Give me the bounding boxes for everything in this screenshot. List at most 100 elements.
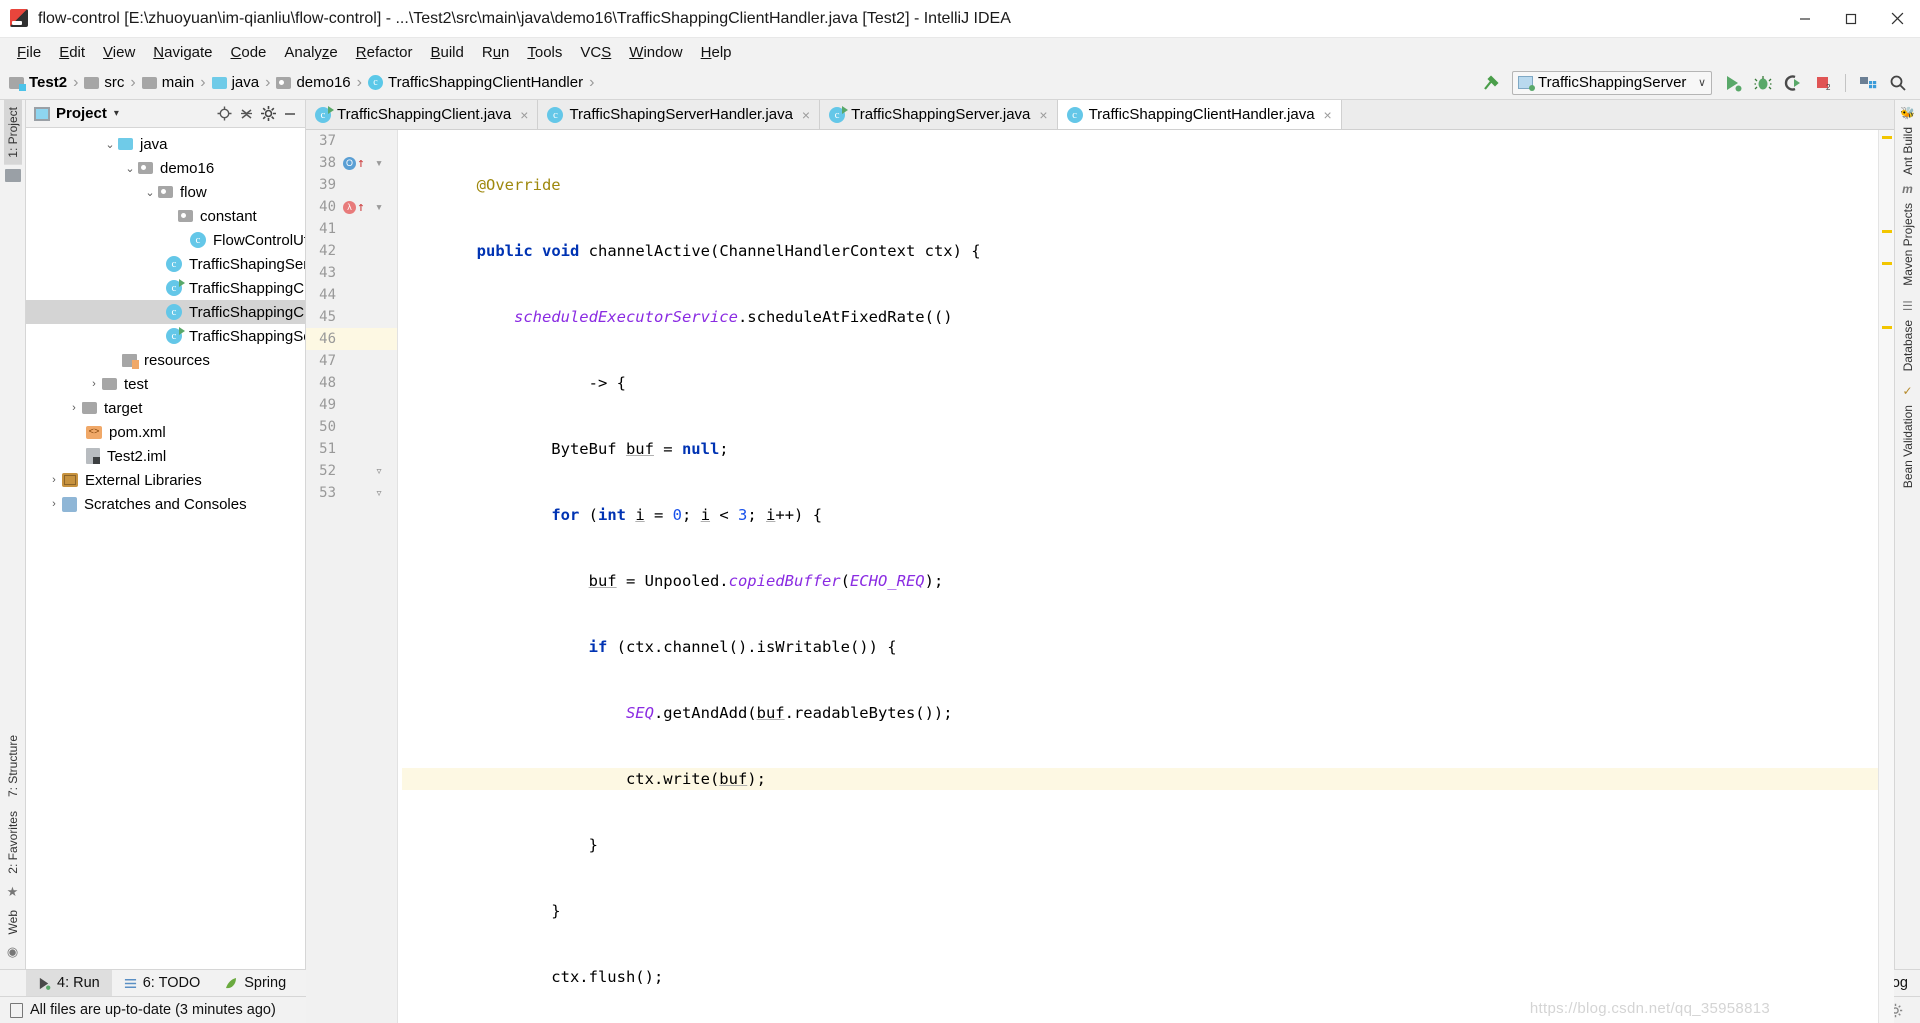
tree-item-flow[interactable]: ⌄ flow	[26, 180, 305, 204]
menu-window[interactable]: Window	[620, 41, 691, 64]
run-config-name: TrafficShappingServer	[1538, 74, 1687, 91]
locate-icon[interactable]	[213, 103, 235, 125]
breadcrumb-item-class[interactable]: c TrafficShappingClientHandler	[365, 72, 586, 93]
marker-warning[interactable]	[1882, 262, 1892, 265]
tab-trafficshapingserverhandler[interactable]: c TrafficShapingServerHandler.java ×	[538, 100, 821, 129]
run-configuration-selector[interactable]: TrafficShappingServer ∨	[1512, 70, 1712, 95]
debug-button[interactable]	[1749, 70, 1777, 96]
tree-item-scratches-and-consoles[interactable]: › Scratches and Consoles	[26, 492, 305, 516]
project-structure-button[interactable]	[1854, 70, 1882, 96]
menu-code[interactable]: Code	[222, 41, 276, 64]
tree-item-demo16[interactable]: ⌄ demo16	[26, 156, 305, 180]
tab-trafficshappingclient[interactable]: c TrafficShappingClient.java ×	[306, 100, 539, 129]
tree-item-flowcontrolutil[interactable]: c FlowControlUti	[26, 228, 305, 252]
tree-item-trafficshappingserver[interactable]: c TrafficShappingSe	[26, 324, 305, 348]
sidebar-item-bean-validation[interactable]: Bean Validation	[1899, 398, 1917, 495]
sidebar-item-favorites[interactable]: 2: Favorites	[4, 804, 22, 881]
sidebar-item-structure[interactable]: 7: Structure	[4, 728, 22, 804]
minimize-button[interactable]	[1782, 0, 1828, 38]
todo-icon	[124, 978, 136, 988]
code-text[interactable]: @Override public void channelActive(Chan…	[398, 130, 1878, 1023]
tree-item-target[interactable]: › target	[26, 396, 305, 420]
marker-warning[interactable]	[1882, 136, 1892, 139]
marker-warning[interactable]	[1882, 326, 1892, 329]
fold-marker-icon[interactable]: ▾	[375, 200, 383, 215]
sidebar-item-ant-build[interactable]: Ant Build	[1899, 120, 1917, 182]
breadcrumb-item-main[interactable]: main	[139, 72, 198, 93]
tree-item-trafficshappingclienthandler[interactable]: c TrafficShappingCli	[26, 300, 305, 324]
bottom-tab-run[interactable]: 4: Run	[26, 969, 112, 997]
lambda-icon[interactable]: λ	[343, 200, 356, 214]
chevron-right-icon[interactable]: ›	[46, 498, 62, 510]
close-icon[interactable]: ×	[1039, 107, 1047, 123]
fold-end-icon[interactable]: ▿	[375, 464, 383, 479]
chevron-right-icon[interactable]: ›	[86, 378, 102, 390]
close-icon[interactable]: ×	[1324, 107, 1332, 123]
tree-item-trafficshappingclient[interactable]: c TrafficShappingCli	[26, 276, 305, 300]
maximize-button[interactable]	[1828, 0, 1874, 38]
bottom-tab-spring[interactable]: Spring	[212, 970, 298, 997]
menu-tools[interactable]: Tools	[518, 41, 571, 64]
close-button[interactable]	[1874, 0, 1920, 38]
breadcrumb-item-module[interactable]: Test2	[6, 72, 70, 93]
breadcrumb-item-java[interactable]: java	[209, 72, 263, 93]
override-method-icon[interactable]: O	[343, 156, 356, 170]
editor-right-gutter[interactable]	[1878, 130, 1894, 1023]
menu-vcs[interactable]: VCS	[571, 41, 620, 64]
tree-item-resources[interactable]: resources	[26, 348, 305, 372]
hide-icon[interactable]	[279, 103, 301, 125]
stop-button[interactable]: 2	[1809, 70, 1837, 96]
gutter-line: 50	[306, 416, 397, 438]
breadcrumb-item-demo16[interactable]: demo16	[273, 72, 353, 93]
main-body: 1: Project 7: Structure 2: Favorites ★ W…	[0, 100, 1920, 1023]
tool-tab-label: 1: Project	[5, 107, 20, 158]
tab-trafficshappingclienthandler[interactable]: c TrafficShappingClientHandler.java ×	[1057, 100, 1342, 129]
menu-analyze[interactable]: Analyze	[275, 41, 346, 64]
editor-gutter[interactable]: 37 38 O ↑ ▾ 39 40 λ ↑ ▾ 41 42 43 44 45 46 47 4…	[306, 130, 398, 1023]
tree-item-pom-xml[interactable]: <> pom.xml	[26, 420, 305, 444]
tree-item-label: test	[124, 375, 149, 393]
tab-trafficshappingserver[interactable]: c TrafficShappingServer.java ×	[820, 100, 1058, 129]
gear-icon[interactable]	[257, 103, 279, 125]
sidebar-item-maven-projects[interactable]: Maven Projects	[1899, 196, 1917, 293]
run-button[interactable]	[1719, 70, 1747, 96]
sidebar-item-project[interactable]: 1: Project	[3, 100, 22, 165]
close-icon[interactable]: ×	[802, 107, 810, 123]
project-tree[interactable]: ⌄ java ⌄ demo16 ⌄ flow constant c FlowCo…	[26, 128, 305, 969]
menu-view[interactable]: View	[94, 41, 144, 64]
build-project-button[interactable]	[1477, 70, 1505, 96]
tree-item-external-libraries[interactable]: › External Libraries	[26, 468, 305, 492]
marker-warning[interactable]	[1882, 230, 1892, 233]
collapse-all-icon[interactable]	[235, 103, 257, 125]
chevron-right-icon[interactable]: ›	[66, 402, 82, 414]
tree-item-test[interactable]: › test	[26, 372, 305, 396]
chevron-down-icon[interactable]: ⌄	[122, 162, 138, 175]
menu-run[interactable]: Run	[473, 41, 519, 64]
search-everywhere-button[interactable]	[1884, 70, 1912, 96]
sidebar-item-web[interactable]: Web	[4, 903, 22, 941]
menu-build[interactable]: Build	[421, 41, 472, 64]
bottom-tab-todo[interactable]: 6: TODO	[112, 970, 212, 997]
run-with-coverage-button[interactable]	[1779, 70, 1807, 96]
menu-help[interactable]: Help	[692, 41, 741, 64]
tree-item-trafficshapingserverhandler[interactable]: c TrafficShapingServ	[26, 252, 305, 276]
chevron-down-icon[interactable]: ▾	[114, 108, 119, 119]
chevron-down-icon[interactable]: ⌄	[102, 138, 118, 151]
breadcrumb-item-src[interactable]: src	[81, 72, 127, 93]
tree-item-test2-iml[interactable]: Test2.iml	[26, 444, 305, 468]
menu-navigate[interactable]: Navigate	[144, 41, 221, 64]
sidebar-item-database[interactable]: Database	[1899, 313, 1917, 378]
tree-item-constant[interactable]: constant	[26, 204, 305, 228]
fold-marker-icon[interactable]: ▾	[375, 156, 383, 171]
fold-end-icon[interactable]: ▿	[375, 486, 383, 501]
menu-edit[interactable]: Edit	[50, 41, 94, 64]
close-icon[interactable]: ×	[520, 107, 528, 123]
tree-item-label: Test2.iml	[107, 447, 167, 465]
chevron-down-icon[interactable]: ⌄	[142, 186, 158, 199]
gutter-line: 43	[306, 262, 397, 284]
menu-refactor[interactable]: Refactor	[347, 41, 422, 64]
menu-file[interactable]: File	[8, 41, 50, 64]
chevron-right-icon[interactable]: ›	[46, 474, 62, 486]
tree-item-java[interactable]: ⌄ java	[26, 132, 305, 156]
code-editor[interactable]: 37 38 O ↑ ▾ 39 40 λ ↑ ▾ 41 42 43 44 45 46 47 4…	[306, 130, 1894, 1023]
